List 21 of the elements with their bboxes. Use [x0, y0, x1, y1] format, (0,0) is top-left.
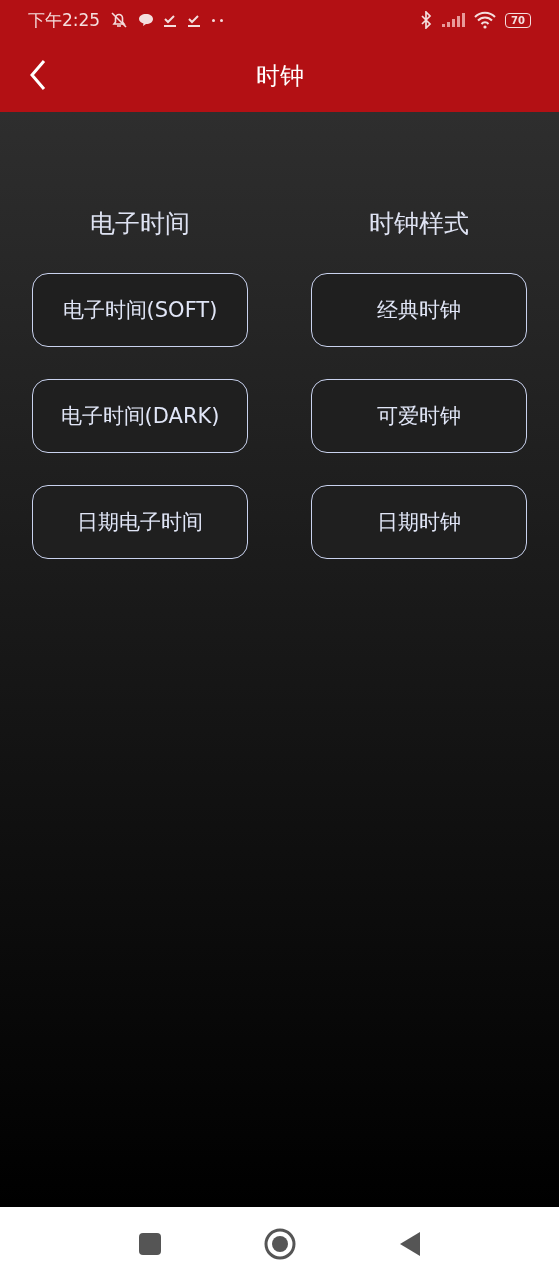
clock-style-button[interactable]: 电子时间(DARK) [32, 379, 248, 453]
download-done-icon [186, 12, 203, 28]
clock-style-button[interactable]: 可爱时钟 [311, 379, 527, 453]
wifi-icon [473, 11, 498, 29]
clock-style-button[interactable]: 经典时钟 [311, 273, 527, 347]
back-icon[interactable] [28, 58, 48, 92]
more-dots-icon [212, 18, 224, 22]
page-title: 时钟 [255, 61, 304, 92]
chat-bubble-icon [138, 12, 155, 28]
bluetooth-icon [419, 11, 434, 29]
battery-icon: 70 [505, 12, 531, 28]
section-heading: 时钟样式 [369, 208, 469, 240]
clock-style-button[interactable]: 电子时间(SOFT) [32, 273, 248, 347]
recents-icon[interactable] [137, 1231, 162, 1256]
section-heading: 电子时间 [90, 208, 190, 240]
clock-style-button[interactable]: 日期时钟 [311, 485, 527, 559]
download-done-icon [162, 12, 179, 28]
signal-icon [441, 12, 466, 28]
clock-style-button[interactable]: 日期电子时间 [32, 485, 248, 559]
home-icon[interactable] [263, 1227, 296, 1260]
status-time: 下午2:25 [28, 8, 101, 32]
